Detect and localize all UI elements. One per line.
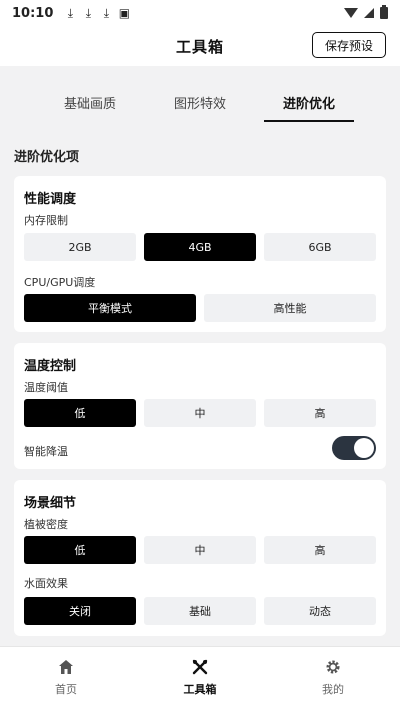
download-icon: ⤓ bbox=[67, 5, 74, 20]
tab-bar: 基础画质 图形特效 进阶优化 bbox=[0, 80, 400, 126]
water-option-dynamic[interactable]: 动态 bbox=[264, 597, 376, 625]
tab-advanced-optimization[interactable]: 进阶优化 bbox=[264, 80, 354, 124]
download-icon: ⤓ bbox=[103, 5, 110, 20]
home-icon bbox=[26, 657, 106, 677]
bottom-navigation: 首页 工具箱 我的 bbox=[0, 646, 400, 710]
vegetation-option-low[interactable]: 低 bbox=[24, 536, 136, 564]
a-badge-icon: ▣ bbox=[118, 6, 131, 20]
memory-option-2gb[interactable]: 2GB bbox=[24, 233, 136, 261]
battery-icon bbox=[380, 5, 388, 19]
nav-home[interactable]: 首页 bbox=[26, 657, 106, 697]
gear-icon bbox=[293, 657, 373, 677]
app-header: 工具箱 保存预设 bbox=[0, 26, 400, 66]
nav-toolbox[interactable]: 工具箱 bbox=[160, 657, 240, 697]
smart-cooling-label: 智能降温 bbox=[24, 445, 68, 458]
section-title: 进阶优化项 bbox=[14, 150, 80, 165]
save-preset-button[interactable]: 保存预设 bbox=[312, 32, 386, 58]
nav-profile-label: 我的 bbox=[322, 683, 344, 696]
active-tab-indicator bbox=[264, 120, 354, 122]
memory-option-6gb[interactable]: 6GB bbox=[264, 233, 376, 261]
cpu-option-balanced[interactable]: 平衡模式 bbox=[24, 294, 196, 322]
scene-detail-card: 场景细节 植被密度 低 中 高 水面效果 关闭 基础 动态 bbox=[14, 480, 386, 636]
status-time: 10:10 bbox=[12, 5, 54, 21]
memory-option-4gb[interactable]: 4GB bbox=[144, 233, 256, 261]
threshold-option-high[interactable]: 高 bbox=[264, 399, 376, 427]
signal-icon bbox=[364, 8, 374, 18]
water-option-off[interactable]: 关闭 bbox=[24, 597, 136, 625]
smart-cooling-toggle[interactable] bbox=[332, 436, 376, 460]
threshold-option-mid[interactable]: 中 bbox=[144, 399, 256, 427]
toggle-knob bbox=[354, 438, 374, 458]
temperature-card: 温度控制 温度阈值 低 中 高 智能降温 bbox=[14, 343, 386, 469]
water-option-basic[interactable]: 基础 bbox=[144, 597, 256, 625]
vegetation-density-label: 植被密度 bbox=[24, 518, 68, 531]
cpu-gpu-label: CPU/GPU调度 bbox=[24, 276, 96, 289]
vegetation-option-mid[interactable]: 中 bbox=[144, 536, 256, 564]
nav-profile[interactable]: 我的 bbox=[293, 657, 373, 697]
nav-toolbox-label: 工具箱 bbox=[183, 683, 217, 696]
threshold-option-low[interactable]: 低 bbox=[24, 399, 136, 427]
tools-icon bbox=[160, 657, 240, 677]
nav-home-label: 首页 bbox=[55, 683, 77, 696]
tab-basic-quality[interactable]: 基础画质 bbox=[40, 80, 140, 124]
performance-title: 性能调度 bbox=[24, 192, 77, 207]
water-effect-label: 水面效果 bbox=[24, 577, 68, 590]
temperature-threshold-label: 温度阈值 bbox=[24, 381, 68, 394]
wifi-icon bbox=[344, 8, 358, 18]
tab-graphics-effects[interactable]: 图形特效 bbox=[150, 80, 250, 124]
memory-limit-label: 内存限制 bbox=[24, 214, 68, 227]
scene-detail-title: 场景细节 bbox=[24, 496, 77, 511]
vegetation-option-high[interactable]: 高 bbox=[264, 536, 376, 564]
status-bar: 10:10 ⤓ ⤓ ⤓ ▣ bbox=[0, 0, 400, 26]
cpu-option-high-performance[interactable]: 高性能 bbox=[204, 294, 376, 322]
download-icon: ⤓ bbox=[85, 5, 92, 20]
temperature-title: 温度控制 bbox=[24, 359, 77, 374]
performance-card: 性能调度 内存限制 2GB 4GB 6GB CPU/GPU调度 平衡模式 高性能 bbox=[14, 176, 386, 332]
